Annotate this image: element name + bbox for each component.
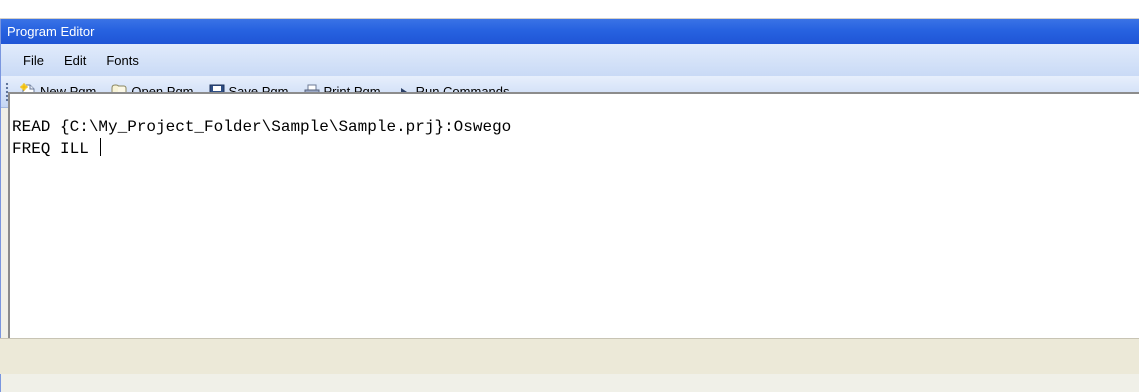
status-bar	[0, 338, 1139, 374]
title-bar: Program Editor	[1, 19, 1139, 44]
window-title: Program Editor	[7, 24, 95, 39]
code-line: READ {C:\My_Project_Folder\Sample\Sample…	[12, 118, 512, 136]
text-caret	[100, 138, 102, 156]
desktop-strip	[0, 0, 1139, 19]
menu-fonts[interactable]: Fonts	[98, 50, 147, 71]
menu-edit[interactable]: Edit	[56, 50, 94, 71]
code-line: FREQ ILL	[12, 140, 99, 158]
menu-file[interactable]: File	[15, 50, 52, 71]
editor-text-area[interactable]: READ {C:\My_Project_Folder\Sample\Sample…	[10, 94, 1139, 204]
menu-bar: File Edit Fonts	[1, 44, 1139, 76]
code-editor[interactable]: READ {C:\My_Project_Folder\Sample\Sample…	[8, 92, 1139, 338]
